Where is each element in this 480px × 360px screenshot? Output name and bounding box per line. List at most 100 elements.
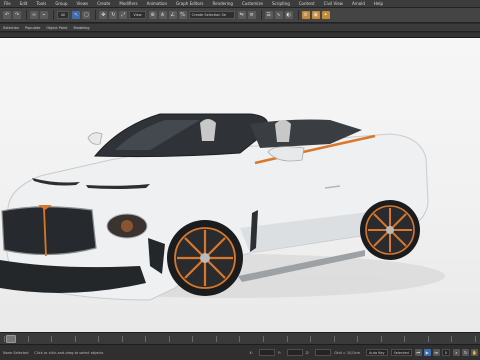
menu-file[interactable]: File [4,1,11,6]
seat-left [200,119,216,141]
side-mirror-left [87,132,103,145]
undo-icon[interactable]: ↶ [3,11,11,19]
mirror-icon[interactable]: ⇋ [237,11,246,19]
play-icon[interactable]: ▶ [423,349,431,356]
menu-tools[interactable]: Tools [36,1,46,6]
menu-scripting[interactable]: Scripting [272,1,290,6]
front-grille [1,206,97,256]
front-wheel [167,220,243,296]
prompt-hint: Click or click-and-drag to select object… [34,350,104,355]
menu-graph-editors[interactable]: Graph Editors [176,1,203,6]
selection-status: None Selected [3,350,29,355]
angle-snap-icon[interactable]: ∠ [168,11,177,19]
frame-tick [145,336,147,342]
menu-views[interactable]: Views [77,1,89,6]
select-icon[interactable]: ↖ [72,11,81,19]
menu-bar: File Edit Tools Group Views Create Modif… [0,0,480,8]
tab-populate[interactable]: Populate [25,26,40,30]
rotate-icon[interactable]: ↻ [109,11,118,19]
timeline-ruler[interactable] [0,332,480,344]
frame-tick [74,336,76,342]
render-setup-icon[interactable]: ⚙ [301,11,310,19]
scale-icon[interactable]: ⤢ [119,11,128,19]
menu-modifiers[interactable]: Modifiers [119,1,137,6]
y-coord-label: Y: [277,350,281,355]
view-dropdown[interactable]: View [129,11,146,19]
z-coord-field[interactable] [315,349,332,356]
frame-ticks [4,336,476,342]
frame-tick [404,336,406,342]
menu-animation[interactable]: Animation [147,1,167,6]
frame-tick [51,336,53,342]
zoom-icon[interactable]: ⌕ [453,349,460,356]
menu-create[interactable]: Create [97,1,110,6]
menu-rendering[interactable]: Rendering [213,1,233,6]
frame-tick [427,336,429,342]
snap-icon[interactable]: ⋔ [158,11,167,19]
perspective-viewport[interactable] [0,37,480,332]
frame-tick [239,336,241,342]
tab-selection[interactable]: Selection [3,26,19,30]
frame-tick [357,336,359,342]
current-frame-field[interactable]: 0 [441,349,450,356]
frame-tick [286,336,288,342]
percent-snap-icon[interactable]: % [178,11,187,19]
menu-help[interactable]: Help [374,1,383,6]
frame-tick [333,336,335,342]
link-icon[interactable]: ∞ [30,11,38,19]
toolbar-divider [26,10,27,20]
align-icon[interactable]: ≡ [247,11,256,19]
pivot-icon[interactable]: ⊕ [148,11,157,19]
rear-wheel [360,200,420,260]
frame-tick [310,336,312,342]
layer-icon[interactable]: ☰ [264,11,273,19]
selection-set-field[interactable]: Create Selection Se [188,11,235,19]
frame-tick [121,336,123,342]
key-filter-dropdown[interactable]: Selected [390,349,412,356]
z-coord-label: Z: [305,350,310,355]
selection-filter-dropdown[interactable]: All [57,11,70,19]
select-region-icon[interactable]: ▢ [82,11,91,19]
go-to-start-icon[interactable]: ⏮ [414,349,422,356]
ribbon-tabs: Selection Populate Object Paint Modeling [0,24,480,32]
y-coord-field[interactable] [286,349,303,356]
frame-tick [380,336,382,342]
menu-arnold[interactable]: Arnold [352,1,365,6]
render-icon[interactable]: ✦ [321,11,330,19]
frame-tick [98,336,100,342]
go-to-end-icon[interactable]: ⏭ [432,349,440,356]
toolbar-divider [53,10,54,20]
seat-right [275,120,291,142]
frame-tick [215,336,217,342]
time-slider-thumb[interactable] [6,335,16,343]
redo-icon[interactable]: ↷ [13,11,21,19]
toolbar-divider [95,10,97,20]
tab-modeling[interactable]: Modeling [74,26,90,30]
frame-tick [263,336,265,342]
frame-tick [4,336,5,342]
orbit-icon[interactable]: ↻ [462,349,469,356]
curve-editor-icon[interactable]: ∿ [274,11,283,19]
frame-tick [474,336,476,342]
menu-group[interactable]: Group [55,1,67,6]
menu-edit[interactable]: Edit [20,1,28,6]
menu-content[interactable]: Content [299,1,315,6]
material-editor-icon[interactable]: ◐ [284,11,293,19]
car-render [0,113,445,301]
auto-key-button[interactable]: Auto Key [365,349,388,356]
status-bar: None Selected Click or click-and-drag to… [0,344,480,360]
frame-tick [192,336,194,342]
x-coord-label: X: [249,350,253,355]
toolbar-divider [260,10,262,20]
frame-tick [27,336,29,342]
headlight-inner [121,220,133,232]
menu-civil-view[interactable]: Civil View [324,1,343,6]
unlink-icon[interactable]: ⌁ [40,11,48,19]
render-frame-icon[interactable]: ▣ [311,11,320,19]
tab-object-paint[interactable]: Object Paint [46,26,67,30]
pan-icon[interactable]: ✋ [471,349,478,356]
menu-customize[interactable]: Customize [242,1,263,6]
grid-size: Grid = 10,0cm [334,350,360,355]
move-icon[interactable]: ✥ [99,11,108,19]
x-coord-field[interactable] [258,349,275,356]
